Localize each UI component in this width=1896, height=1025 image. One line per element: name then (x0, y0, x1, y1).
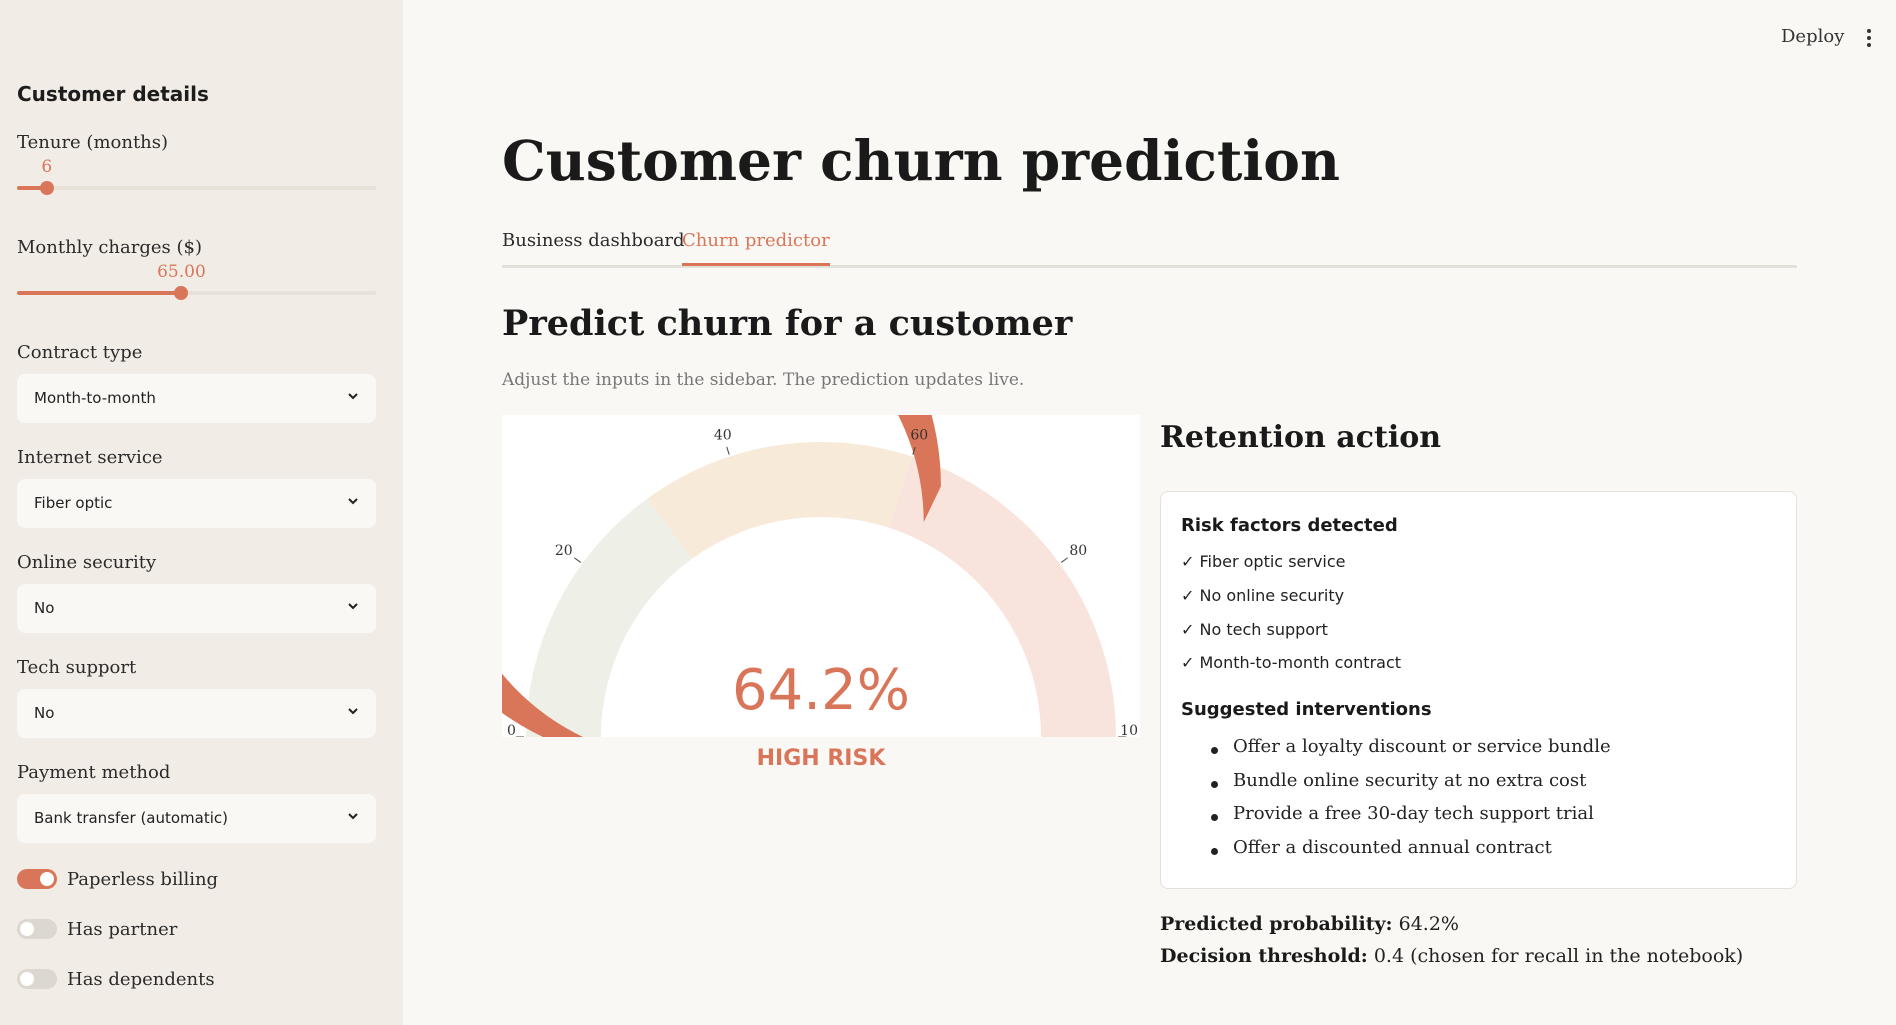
sidebar: Customer details Tenure (months) 6 Month… (0, 0, 403, 1025)
page-title: Customer churn prediction (502, 128, 1340, 193)
monthly-charges-value: 65.00 (157, 262, 206, 282)
has-dependents-label: Has dependents (67, 968, 215, 990)
contract-label: Contract type (17, 342, 143, 363)
section-title: Predict churn for a customer (502, 303, 1073, 344)
chevron-down-icon (348, 498, 358, 505)
deploy-button[interactable]: Deploy (1781, 26, 1844, 47)
contract-select[interactable]: Month-to-month (17, 374, 376, 423)
gauge-value: 64.2% (732, 658, 910, 723)
payment-select[interactable]: Bank transfer (automatic) (17, 794, 376, 843)
tech-support-select-value: No (34, 704, 55, 722)
risk-factor-item: ✓ Fiber optic service (1181, 552, 1346, 571)
gauge-tick-label: 40 (714, 428, 732, 444)
has-dependents-toggle-row[interactable]: Has dependents (17, 967, 215, 991)
security-label: Online security (17, 552, 157, 573)
intervention-item: Offer a discounted annual contract (1233, 837, 1552, 858)
tenure-label: Tenure (months) (17, 132, 169, 153)
probability-stat: Predicted probability: 64.2% (1160, 913, 1459, 935)
section-caption: Adjust the inputs in the sidebar. The pr… (502, 370, 1025, 390)
monthly-charges-slider-fill (17, 291, 182, 295)
has-partner-toggle-row[interactable]: Has partner (17, 917, 177, 941)
bullet-icon (1211, 747, 1218, 754)
retention-title: Retention action (1160, 420, 1442, 455)
intervention-item: Provide a free 30-day tech support trial (1233, 803, 1594, 824)
chevron-down-icon (348, 813, 358, 820)
intervention-item: Bundle online security at no extra cost (1233, 770, 1587, 791)
paperless-billing-toggle-row[interactable]: Paperless billing (17, 867, 218, 891)
bullet-icon (1211, 781, 1218, 788)
tenure-value: 6 (41, 157, 53, 177)
probability-label: Predicted probability: (1160, 913, 1393, 935)
tenure-slider[interactable] (17, 181, 376, 195)
paperless-billing-toggle[interactable] (17, 869, 57, 889)
threshold-value: 0.4 (chosen for recall in the notebook) (1373, 945, 1744, 967)
paperless-billing-label: Paperless billing (67, 868, 219, 890)
has-dependents-toggle[interactable] (17, 969, 57, 989)
tenure-slider-thumb[interactable] (39, 181, 54, 195)
tab-churn-predictor[interactable]: Churn predictor (682, 230, 830, 266)
has-partner-label: Has partner (67, 918, 178, 940)
tech-support-label: Tech support (17, 657, 137, 678)
chevron-down-icon (348, 393, 358, 400)
gauge-tick-label: 10 (1120, 723, 1138, 737)
gauge-tick-label: 80 (1069, 543, 1087, 559)
internet-select[interactable]: Fiber optic (17, 479, 376, 528)
gauge-tick-label: 20 (555, 543, 573, 559)
gauge-tick (1060, 557, 1069, 563)
retention-card: Risk factors detected ✓ Fiber optic serv… (1160, 491, 1797, 889)
gauge-tick-label: 60 (910, 428, 928, 444)
sidebar-title: Customer details (17, 82, 209, 106)
toggle-knob (20, 972, 34, 986)
internet-select-value: Fiber optic (34, 494, 113, 512)
has-partner-toggle[interactable] (17, 919, 57, 939)
threshold-label: Decision threshold: (1160, 945, 1368, 967)
probability-value: 64.2% (1398, 913, 1459, 935)
internet-label: Internet service (17, 447, 163, 468)
contract-select-value: Month-to-month (34, 389, 156, 407)
gauge-tick (726, 446, 730, 455)
tab-business-dashboard[interactable]: Business dashboard (502, 230, 685, 263)
toggle-knob (40, 872, 54, 886)
risk-factor-item: ✓ No online security (1181, 586, 1345, 605)
risk-label: HIGH RISK (756, 746, 886, 771)
security-select-value: No (34, 599, 55, 617)
bullet-icon (1211, 848, 1218, 855)
monthly-charges-slider-thumb[interactable] (174, 286, 189, 300)
vertical-dots-icon[interactable] (1866, 28, 1872, 48)
interventions-title: Suggested interventions (1181, 699, 1432, 720)
security-select[interactable]: No (17, 584, 376, 633)
chevron-down-icon (348, 708, 358, 715)
toggle-knob (20, 922, 34, 936)
bullet-icon (1211, 814, 1218, 821)
gauge-band-mid (647, 442, 913, 560)
monthly-charges-slider[interactable] (17, 286, 376, 300)
monthly-charges-label: Monthly charges ($) (17, 237, 202, 258)
tech-support-select[interactable]: No (17, 689, 376, 738)
risk-factors-title: Risk factors detected (1181, 515, 1398, 536)
payment-label: Payment method (17, 762, 171, 783)
gauge-tick (573, 557, 582, 563)
risk-factor-item: ✓ No tech support (1181, 620, 1328, 639)
tab-bar: Business dashboard Churn predictor (502, 228, 1797, 268)
threshold-stat: Decision threshold: 0.4 (chosen for reca… (1160, 945, 1743, 967)
intervention-item: Offer a loyalty discount or service bund… (1233, 736, 1611, 757)
risk-factor-item: ✓ Month-to-month contract (1181, 653, 1402, 672)
chevron-down-icon (348, 603, 358, 610)
gauge-tick-label: 0 (507, 723, 516, 737)
payment-select-value: Bank transfer (automatic) (34, 809, 229, 827)
